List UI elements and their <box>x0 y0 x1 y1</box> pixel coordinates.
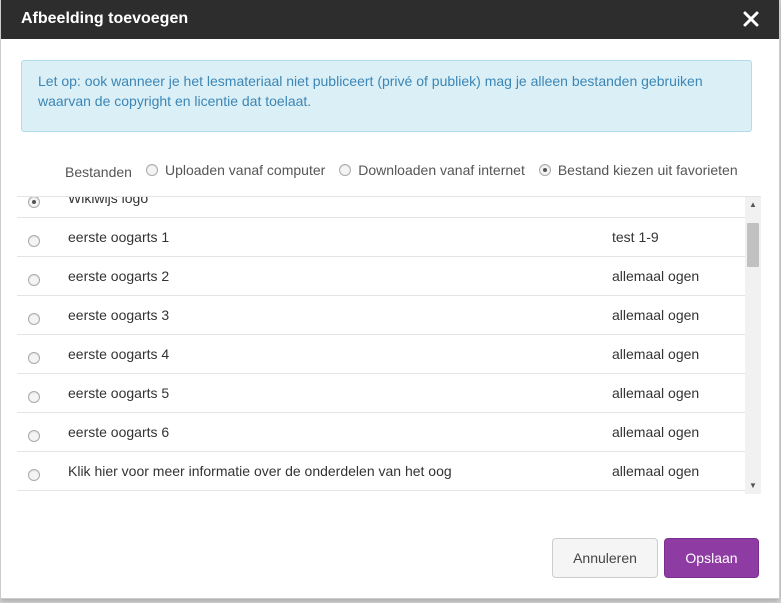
list-item[interactable]: Wikiwijs logo <box>17 196 745 218</box>
file-tag: allemaal ogen <box>612 385 700 401</box>
dialog-title: Afbeelding toevoegen <box>21 10 189 27</box>
radio-button[interactable] <box>28 469 40 481</box>
source-label: Bestanden <box>65 164 132 180</box>
radio-button[interactable] <box>28 274 40 286</box>
dialog-titlebar: Afbeelding toevoegen <box>1 0 779 39</box>
list-scrollbar[interactable]: ▲ ▼ <box>745 197 761 494</box>
scroll-down-arrow-icon[interactable]: ▼ <box>745 478 761 494</box>
file-name: eerste oogarts 6 <box>68 424 170 440</box>
cancel-button[interactable]: Annuleren <box>552 538 658 578</box>
radio-button[interactable] <box>28 313 40 325</box>
list-item[interactable]: eerste oogarts 4 allemaal ogen <box>17 335 745 374</box>
file-tag: allemaal ogen <box>612 307 700 323</box>
scroll-up-arrow-icon[interactable]: ▲ <box>745 197 761 213</box>
add-image-dialog: Afbeelding toevoegen Let op: ook wanneer… <box>0 0 780 599</box>
list-item[interactable]: eerste oogarts 2 allemaal ogen <box>17 257 745 296</box>
radio-button[interactable] <box>28 430 40 442</box>
source-option-label: Bestand kiezen uit favorieten <box>557 162 738 178</box>
radio-button[interactable] <box>145 164 158 176</box>
source-selector: Bestanden Uploaden vanaf computer Downlo… <box>65 160 752 180</box>
save-button[interactable]: Opslaan <box>664 538 759 578</box>
close-icon[interactable] <box>741 9 761 29</box>
radio-button[interactable] <box>28 197 40 208</box>
list-item[interactable]: eerste oogarts 3 allemaal ogen <box>17 296 745 335</box>
list-item[interactable]: eerste oogarts 5 allemaal ogen <box>17 374 745 413</box>
source-option-upload[interactable]: Uploaden vanaf computer <box>145 162 326 178</box>
radio-button[interactable] <box>28 235 40 247</box>
file-name: Klik hier voor meer informatie over de o… <box>68 463 452 479</box>
scrollbar-thumb[interactable] <box>747 223 759 267</box>
source-option-label: Uploaden vanaf computer <box>164 162 326 178</box>
file-name: eerste oogarts 4 <box>68 346 170 362</box>
source-option-label: Downloaden vanaf internet <box>358 162 525 178</box>
file-name: eerste oogarts 2 <box>68 268 170 284</box>
radio-button[interactable] <box>538 164 551 176</box>
file-tag: allemaal ogen <box>612 346 700 362</box>
list-item[interactable]: Klik hier voor meer informatie over de o… <box>17 452 745 491</box>
copyright-notice: Let op: ook wanneer je het lesmateriaal … <box>21 60 752 132</box>
list-item[interactable]: eerste oogarts 6 allemaal ogen <box>17 413 745 452</box>
favorites-list: Wikiwijs logo eerste oogarts 1 test 1-9 … <box>17 196 761 494</box>
file-tag: allemaal ogen <box>612 424 700 440</box>
file-tag: allemaal ogen <box>612 268 700 284</box>
radio-button[interactable] <box>28 391 40 403</box>
source-option-download[interactable]: Downloaden vanaf internet <box>339 162 525 178</box>
radio-button[interactable] <box>339 164 352 176</box>
radio-button[interactable] <box>28 352 40 364</box>
file-tag: allemaal ogen <box>612 463 700 479</box>
file-name: eerste oogarts 3 <box>68 307 170 323</box>
file-name: Wikiwijs logo <box>68 196 149 206</box>
file-name: eerste oogarts 5 <box>68 385 170 401</box>
favorites-rows: Wikiwijs logo eerste oogarts 1 test 1-9 … <box>17 196 745 491</box>
file-tag: test 1-9 <box>612 229 659 245</box>
file-name: eerste oogarts 1 <box>68 229 170 245</box>
list-item[interactable]: eerste oogarts 1 test 1-9 <box>17 218 745 257</box>
source-option-favorites[interactable]: Bestand kiezen uit favorieten <box>538 162 738 178</box>
